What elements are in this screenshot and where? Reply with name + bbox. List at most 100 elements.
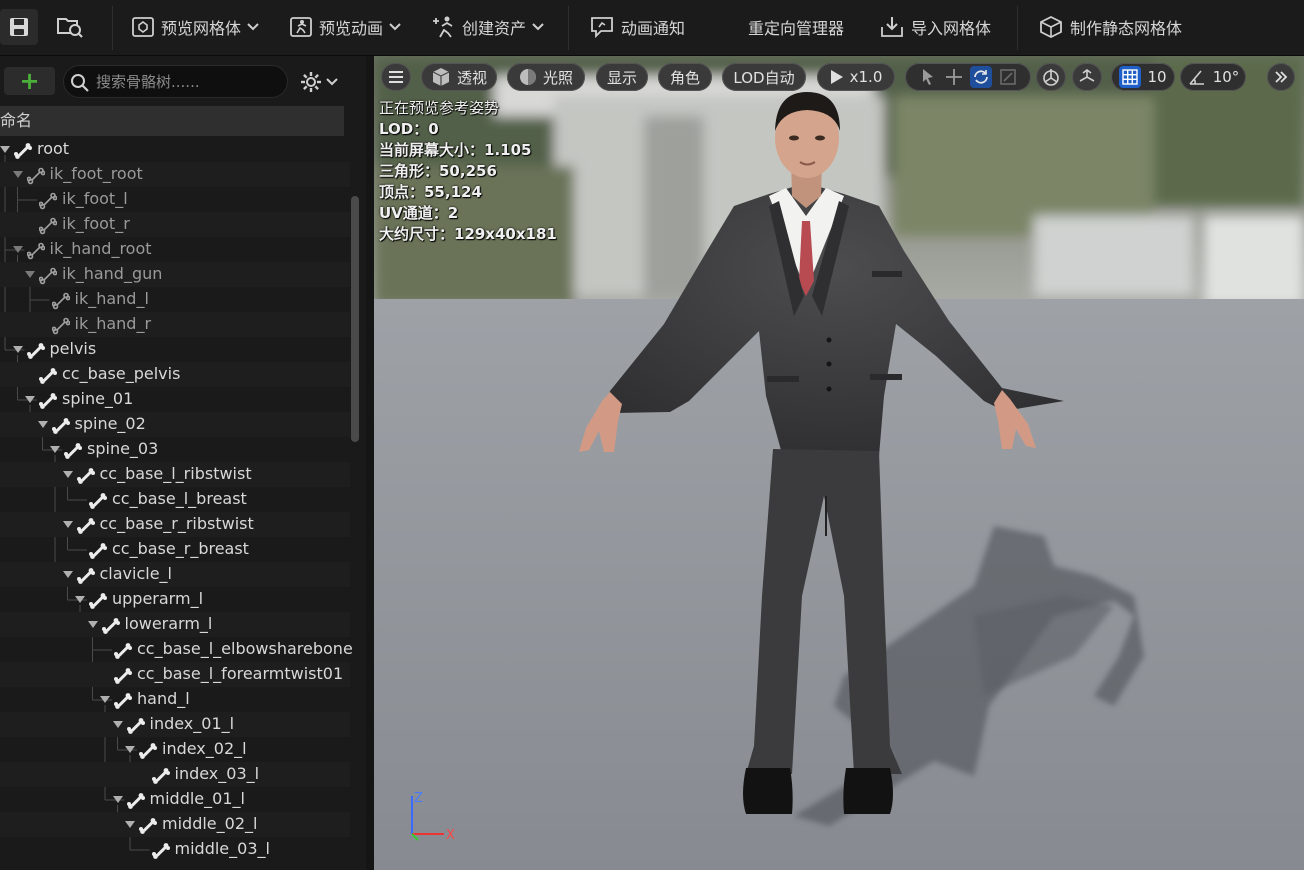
expand-arrow-icon[interactable] [87,620,98,630]
character-button[interactable]: 角色 [658,63,712,91]
rotate-icon[interactable] [970,66,992,88]
retarget-manager-button[interactable]: 重定向管理器 [748,8,844,46]
expand-arrow-icon[interactable] [62,470,73,480]
bone-name: root [37,139,70,158]
preview-mesh-button[interactable]: 预览网格体 [131,8,259,46]
bone-icon [51,317,70,335]
grid-snap-group[interactable]: 10 [1111,63,1175,91]
bone-row[interactable]: ik_hand_l [0,287,350,312]
create-asset-icon [433,16,453,38]
surface-snap-button[interactable] [1072,63,1102,91]
bone-name: middle_03_l [174,839,270,858]
bone-icon [126,718,145,734]
viewport-menu-button[interactable] [381,63,411,91]
import-icon [881,17,903,37]
playback-speed-button[interactable]: x1.0 [817,63,895,91]
bone-row[interactable]: spine_03 [0,437,350,462]
move-icon[interactable] [944,67,964,87]
expand-arrow-icon[interactable] [12,170,23,180]
expand-arrow-icon[interactable] [112,720,123,730]
animation-notify-label: 动画通知 [621,19,686,38]
bone-row[interactable]: cc_base_l_elbowsharebone [0,637,353,662]
static-mesh-icon [1040,15,1062,39]
bone-row[interactable]: middle_03_l [0,837,350,862]
bone-icon [89,543,107,559]
expand-arrow-icon[interactable] [12,345,23,355]
bone-name: clavicle_l [99,564,173,583]
bone-row[interactable]: ik_foot_root [0,162,350,187]
settings-dropdown[interactable] [300,71,338,93]
bone-row[interactable]: ik_hand_root [0,237,350,262]
expand-arrow-icon[interactable] [100,695,110,705]
mesh-icon [132,17,154,37]
bone-name: index_03_l [174,764,260,783]
bone-row[interactable]: index_02_l [0,737,350,762]
retarget-manager-label: 重定向管理器 [748,19,845,38]
bone-icon [76,518,95,534]
bone-row[interactable]: cc_base_l_ribstwist [0,462,350,487]
bone-row[interactable]: ik_foot_r [0,212,350,237]
bone-row[interactable]: lowerarm_l [0,612,350,637]
expand-arrow-icon[interactable] [125,820,135,830]
animation-notify-button[interactable]: 动画通知 [589,8,685,46]
expand-arrow-icon[interactable] [62,520,73,530]
column-header-name[interactable]: 命名 [0,106,344,136]
select-cursor-icon[interactable] [918,67,938,87]
bone-row[interactable]: spine_01 [0,387,350,412]
bone-row[interactable]: hand_l [0,687,350,712]
bone-row[interactable]: middle_02_l [0,812,350,837]
bone-row[interactable]: cc_base_r_ribstwist [0,512,350,537]
preview-animation-button[interactable]: 预览动画 [289,8,401,46]
search-box[interactable] [63,65,288,98]
tree-scrollbar[interactable] [351,196,359,442]
bone-row[interactable]: ik_hand_gun [0,262,350,287]
browse-asset-button[interactable] [56,8,84,46]
bone-row[interactable]: upperarm_l [0,587,350,612]
bone-row[interactable]: middle_01_l [0,787,350,812]
bone-row[interactable]: root [0,137,350,162]
expand-arrow-icon[interactable] [12,245,23,255]
expand-arrow-icon[interactable] [25,395,35,405]
show-button[interactable]: 显示 [596,63,648,91]
bone-row[interactable]: pelvis [0,337,350,362]
expand-arrow-icon[interactable] [25,270,35,280]
expand-arrow-icon[interactable] [50,445,60,455]
bone-row[interactable]: cc_base_pelvis [0,362,350,387]
preview-viewport[interactable]: 透视 光照 显示 角色 LOD自动 x1.0 10 10° 正在预览参考姿势 L… [374,56,1304,870]
bone-row[interactable]: clavicle_l [0,562,350,587]
expand-arrow-icon[interactable] [62,570,73,580]
expand-arrow-icon[interactable] [75,595,85,605]
import-mesh-button[interactable]: 导入网格体 [879,8,991,46]
save-button[interactable] [0,9,38,45]
bone-row[interactable]: ik_hand_r [0,312,350,337]
lighting-button[interactable]: 光照 [507,63,585,91]
bone-row[interactable]: index_01_l [0,712,350,737]
bone-row[interactable]: ik_foot_l [0,187,350,212]
stat-preview-mode: 正在预览参考姿势 [379,99,500,117]
grid-snap-icon [1119,66,1142,88]
scale-icon[interactable] [998,67,1018,87]
expand-arrow-icon[interactable] [0,145,10,155]
lod-button[interactable]: LOD自动 [722,63,806,91]
coordinate-space-button[interactable] [1036,63,1066,91]
expand-toolbar-button[interactable] [1267,63,1295,91]
rotation-snap-group[interactable]: 10° [1180,63,1246,91]
expand-arrow-icon[interactable] [37,420,48,430]
bone-icon [151,768,170,784]
make-static-mesh-button[interactable]: 制作静态网格体 [1038,8,1182,46]
bone-row[interactable]: spine_02 [0,412,350,437]
add-button[interactable]: + [4,67,55,95]
bone-row[interactable]: cc_base_l_forearmtwist01 [0,662,350,687]
show-label: 显示 [606,68,637,87]
bone-row[interactable]: cc_base_r_breast [0,537,350,562]
character-label: 角色 [669,68,700,87]
bone-row[interactable]: cc_base_l_breast [0,487,350,512]
main-toolbar: 预览网格体 预览动画 创建资产 动画通知 重定向管理器 导入网格体 制作静态网格… [0,0,1304,56]
expand-arrow-icon[interactable] [125,745,135,755]
create-asset-button[interactable]: 创建资产 [430,8,544,46]
search-input[interactable] [96,70,281,94]
bone-row[interactable]: index_03_l [0,762,350,787]
expand-arrow-icon[interactable] [112,795,123,805]
perspective-button[interactable]: 透视 [421,63,497,91]
bone-icon [101,618,120,634]
